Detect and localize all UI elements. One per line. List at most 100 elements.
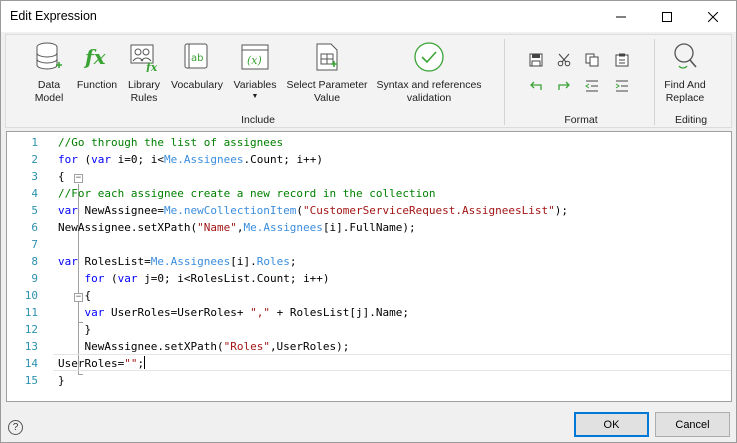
paste-button[interactable] <box>612 51 632 69</box>
line-number: 5 <box>31 204 38 217</box>
code-token: var <box>58 255 78 268</box>
find-replace-icon <box>669 41 701 73</box>
svg-text:ab: ab <box>191 53 203 64</box>
code-token: [i].FullName); <box>322 221 416 234</box>
code-line: NewAssignee.setXPath("Roles",UserRoles); <box>58 338 349 355</box>
library-rules-button[interactable]: fx Library Rules <box>124 41 164 105</box>
indent-button[interactable] <box>612 77 632 95</box>
code-token: //For each assignee create a new record … <box>58 187 436 200</box>
code-token: Me.Assignees <box>243 221 323 234</box>
library-rules-icon: fx <box>128 41 160 73</box>
fold-margin: − − <box>39 132 83 401</box>
cancel-button[interactable]: Cancel <box>655 412 730 437</box>
select-parameter-value-button[interactable]: Select Parameter Value <box>284 41 370 105</box>
code-token: { <box>58 289 92 302</box>
code-token: ; <box>289 255 297 268</box>
code-line: var NewAssignee=Me.newCollectionItem("Cu… <box>58 202 568 219</box>
minimize-icon <box>616 16 626 17</box>
ribbon-separator <box>654 39 655 125</box>
save-button[interactable] <box>526 51 546 69</box>
code-token: var <box>84 306 105 319</box>
library-rules-label: Library Rules <box>127 79 161 104</box>
ok-button[interactable]: OK <box>574 412 649 437</box>
cut-button[interactable] <box>554 51 574 69</box>
outdent-button[interactable] <box>582 77 602 95</box>
include-group-label: Include <box>241 114 275 126</box>
title-bar: Edit Expression <box>1 1 736 32</box>
code-token: "" <box>124 357 138 370</box>
code-token: var <box>117 272 138 285</box>
code-line: for (var j=0; i<RolesList.Count; i++) <box>58 270 330 287</box>
code-token: "Name" <box>197 221 237 234</box>
copy-icon <box>585 53 599 67</box>
data-model-button[interactable]: Data Model <box>28 41 70 105</box>
ribbon-separator <box>504 39 505 125</box>
code-line: //For each assignee create a new record … <box>58 185 436 202</box>
text-caret <box>144 356 146 369</box>
close-icon <box>708 11 718 22</box>
fold-end-marker <box>78 374 83 375</box>
code-token: NewAssignee= <box>77 204 164 217</box>
syntax-validation-button[interactable]: Syntax and references validation <box>372 41 486 105</box>
code-token: Roles <box>256 255 290 268</box>
code-token: } <box>58 323 92 336</box>
copy-button[interactable] <box>582 51 602 69</box>
validation-check-icon <box>413 41 445 73</box>
line-number: 2 <box>31 153 38 166</box>
function-button[interactable]: fx Function <box>74 41 120 92</box>
line-number: 10 <box>24 289 38 302</box>
data-model-label: Data Model <box>34 79 64 104</box>
code-line: } <box>58 321 91 338</box>
line-number: 11 <box>24 306 38 319</box>
code-token: { <box>58 170 65 183</box>
code-token: RolesList= <box>77 255 151 268</box>
code-line: } <box>58 372 65 389</box>
line-number: 8 <box>31 255 38 268</box>
code-token: for <box>84 272 105 285</box>
code-line: NewAssignee.setXPath("Name",Me.Assignees… <box>58 219 416 236</box>
code-token: "Roles" <box>223 340 270 353</box>
code-line: var RolesList=Me.Assignees[i].Roles; <box>58 253 296 270</box>
indent-icon <box>615 80 628 92</box>
code-token: i=0; i< <box>111 153 164 166</box>
vocabulary-button[interactable]: ab Vocabulary <box>168 41 226 92</box>
code-token: [i]. <box>230 255 257 268</box>
code-line: { <box>58 168 65 185</box>
line-number: 13 <box>24 340 38 353</box>
window-title: Edit Expression <box>10 9 97 23</box>
code-token: "CustomerServiceRequest.AssigneesList" <box>303 204 555 217</box>
select-parameter-icon <box>311 41 343 73</box>
code-token: var <box>91 153 111 166</box>
save-icon <box>529 53 543 67</box>
code-token: var <box>58 204 78 217</box>
minimize-button[interactable] <box>598 1 644 32</box>
code-token: UserRoles=UserRoles+ <box>104 306 251 319</box>
help-icon[interactable]: ? <box>8 420 23 435</box>
fold-toggle[interactable]: − <box>74 174 83 183</box>
close-button[interactable] <box>690 1 736 32</box>
code-token: for <box>58 153 78 166</box>
code-token: NewAssignee.setXPath( <box>58 221 198 234</box>
undo-button[interactable] <box>526 77 546 95</box>
code-line: //Go through the list of assignees <box>58 134 283 151</box>
line-number: 1 <box>31 136 38 149</box>
svg-text:fx: fx <box>145 61 158 72</box>
function-fx-icon: fx <box>81 41 113 73</box>
line-number: 4 <box>31 187 38 200</box>
vocabulary-ab-icon: ab <box>181 41 213 73</box>
editing-group-label: Editing <box>674 114 708 126</box>
code-token: "," <box>250 306 270 319</box>
find-and-replace-button[interactable]: Find And Replace <box>658 41 712 105</box>
function-label: Function <box>76 79 118 91</box>
maximize-button[interactable] <box>644 1 690 32</box>
code-token: j=0; i<RolesList.Count; i++) <box>137 272 330 285</box>
variables-button[interactable]: (x) Variables ▼ <box>230 41 280 102</box>
code-token: } <box>58 374 65 387</box>
code-line: UserRoles=""; <box>58 355 146 372</box>
current-line-highlight <box>53 354 731 371</box>
code-editor[interactable]: 1 2 3 4 5 6 7 8 9 10 11 12 13 14 15 − − //Go through t… <box>6 131 732 402</box>
redo-button[interactable] <box>554 77 574 95</box>
syntax-validation-label: Syntax and references validation <box>376 79 482 104</box>
